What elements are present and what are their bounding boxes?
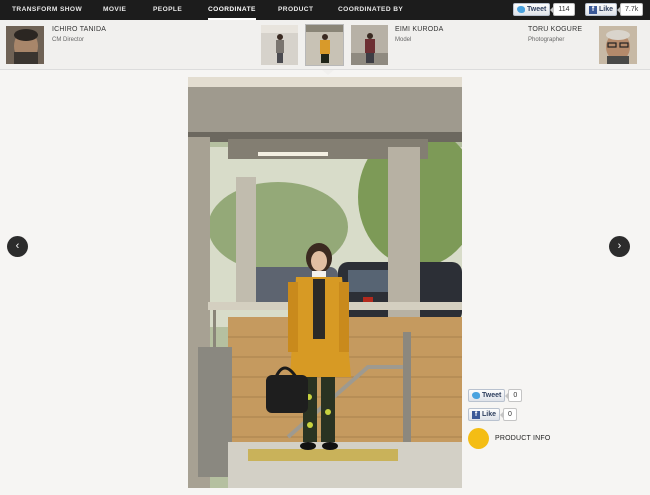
people-bar: ICHIRO TANIDA CM Director EIMI KURODA Mo	[0, 20, 650, 70]
nav-movie[interactable]: MOVIE	[103, 0, 126, 20]
nav-coordinated-by[interactable]: COORDINATED BY	[338, 0, 403, 20]
chevron-right-icon: ›	[617, 240, 622, 252]
side-like-label: Like	[482, 411, 497, 418]
person-role-center: Model	[395, 37, 412, 43]
side-like-share: f Like 0	[468, 408, 517, 421]
nav-coordinate[interactable]: COORDINATE	[208, 0, 256, 20]
person-name-right: TORU KOGURE	[528, 26, 583, 33]
product-info-link[interactable]: PRODUCT INFO	[495, 435, 551, 442]
top-like-share: f Like 7.7k	[585, 3, 644, 16]
top-tweet-share: Tweet 114	[513, 3, 575, 16]
person-name-center: EIMI KURODA	[395, 26, 444, 33]
nav-transform-show[interactable]: TRANSFORM SHOW	[12, 0, 82, 20]
side-tweet-count: 0	[505, 389, 523, 402]
side-tweet-label: Tweet	[482, 392, 502, 399]
top-like-count: 7.7k	[616, 3, 644, 16]
product-info-icon[interactable]	[468, 428, 489, 449]
coordinate-thumbnail-2[interactable]	[305, 24, 344, 66]
active-thumbnail-pointer	[322, 70, 334, 75]
side-tweet-share: Tweet 0	[468, 389, 523, 402]
coordinate-thumbnail-3[interactable]	[351, 25, 388, 65]
coordinate-thumbnail-1[interactable]	[261, 25, 298, 65]
chevron-left-icon: ‹	[15, 240, 20, 252]
side-like-button[interactable]: f Like	[468, 408, 501, 421]
top-navigation: TRANSFORM SHOW MOVIE PEOPLE COORDINATE P…	[0, 0, 650, 20]
next-arrow-button[interactable]: ›	[609, 236, 630, 257]
nav-product[interactable]: PRODUCT	[278, 0, 313, 20]
top-tweet-count: 114	[550, 3, 575, 16]
top-tweet-label: Tweet	[527, 6, 547, 13]
top-tweet-button[interactable]: Tweet	[513, 3, 551, 16]
coordinate-photo	[188, 77, 462, 488]
portrait-ichiro-tanida[interactable]	[6, 26, 44, 64]
nav-people[interactable]: PEOPLE	[153, 0, 182, 20]
facebook-icon: f	[472, 410, 480, 419]
twitter-bird-icon	[517, 6, 525, 13]
top-like-button[interactable]: f Like	[585, 3, 618, 16]
previous-arrow-button[interactable]: ‹	[7, 236, 28, 257]
facebook-icon: f	[589, 5, 597, 14]
person-role-left: CM Director	[52, 37, 85, 43]
side-tweet-button[interactable]: Tweet	[468, 389, 506, 402]
portrait-toru-kogure[interactable]	[599, 26, 637, 64]
top-like-label: Like	[599, 6, 614, 13]
person-name-left: ICHIRO TANIDA	[52, 26, 107, 33]
side-like-count: 0	[500, 408, 517, 421]
twitter-bird-icon	[472, 392, 480, 399]
person-role-right: Photographer	[528, 37, 565, 43]
